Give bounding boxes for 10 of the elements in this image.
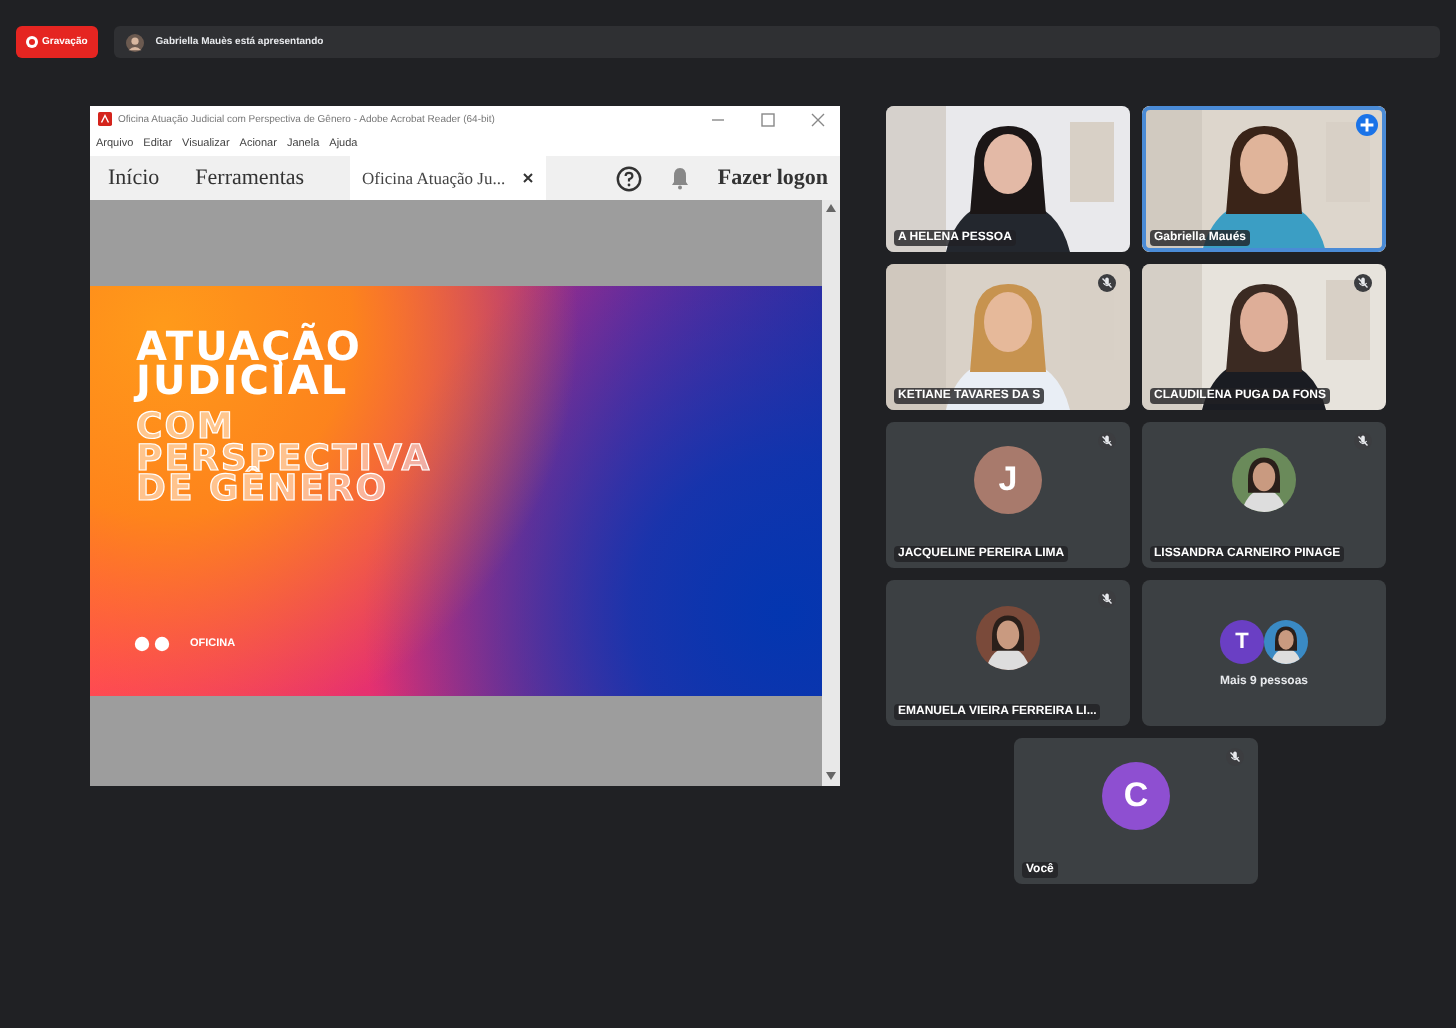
slide-subtitle: PERSPECTIVA [136,443,432,474]
tools-tab[interactable]: Ferramentas [177,166,323,190]
slide-title: JUDICIAL [136,364,349,398]
sign-in-button[interactable]: Fazer logon [689,166,840,190]
avatar: J [974,446,1042,515]
avatar: C [1102,762,1170,831]
slide-subtitle: COM [136,412,235,443]
avatar: T [1220,619,1264,663]
home-tab[interactable]: Início [90,166,178,190]
document-tab[interactable]: Oficina Atuação Ju... [350,156,546,200]
